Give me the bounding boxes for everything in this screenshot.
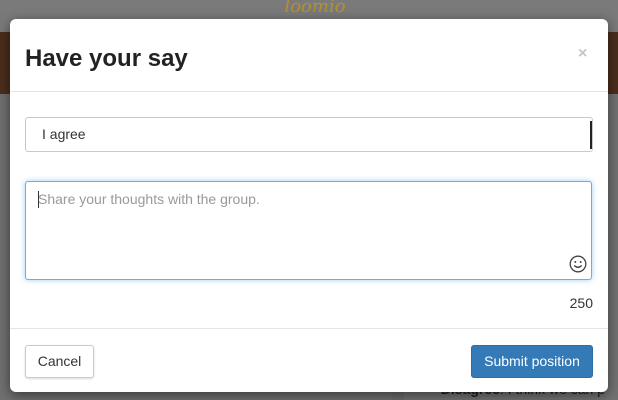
cancel-button[interactable]: Cancel bbox=[25, 345, 94, 378]
position-select[interactable]: I agree bbox=[25, 117, 593, 152]
position-select-value: I agree bbox=[42, 126, 86, 142]
have-your-say-modal: Have your say × I agree Share your thoug… bbox=[10, 19, 608, 392]
statement-placeholder: Share your thoughts with the group. bbox=[38, 191, 260, 207]
smiley-face-icon[interactable] bbox=[569, 255, 587, 273]
submit-position-button[interactable]: Submit position bbox=[471, 345, 593, 378]
character-count: 250 bbox=[569, 295, 593, 311]
modal-header: Have your say × bbox=[10, 19, 608, 92]
modal-footer: Cancel Submit position bbox=[10, 328, 608, 393]
loomio-logo: loomio bbox=[284, 0, 346, 17]
statement-textarea[interactable]: Share your thoughts with the group. bbox=[25, 181, 592, 280]
modal-title: Have your say bbox=[25, 45, 188, 72]
close-icon[interactable]: × bbox=[578, 45, 592, 63]
select-caret-icon bbox=[588, 121, 592, 149]
